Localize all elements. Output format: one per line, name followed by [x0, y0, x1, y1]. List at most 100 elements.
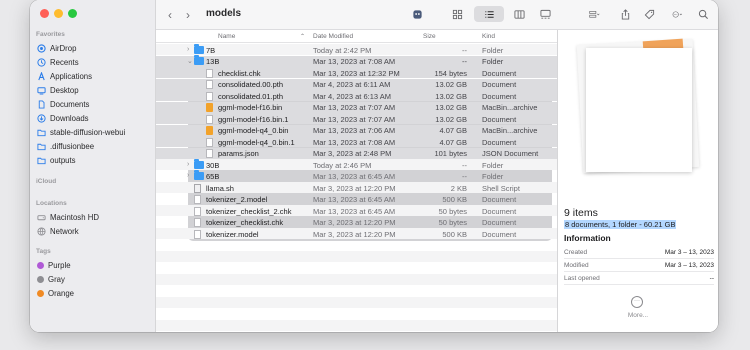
close-window-button[interactable] — [40, 9, 49, 18]
column-name-header[interactable]: Name — [218, 33, 235, 40]
sidebar-item-macintosh-hd[interactable]: Macintosh HD — [34, 211, 152, 224]
icon-view-button[interactable] — [450, 7, 464, 22]
empty-row — [156, 251, 557, 262]
table-row[interactable]: ggml-model-f16.bin.1 Mar 13, 2023 at 7:07… — [156, 113, 557, 124]
file-name: checklist.chk — [218, 68, 261, 78]
column-date-header[interactable]: Date Modified — [313, 33, 353, 40]
more-button[interactable]: More... — [620, 312, 656, 319]
sidebar-item-diffusionbee[interactable]: .diffusionbee — [34, 140, 152, 153]
file-size: 500 KB — [442, 195, 467, 204]
sidebar-item-outputs[interactable]: outputs — [34, 154, 152, 167]
column-kind-header[interactable]: Kind — [482, 33, 495, 40]
table-row[interactable]: consolidated.00.pth Mar 4, 2023 at 6:11 A… — [156, 78, 557, 90]
table-row[interactable]: ⌄ 13B Mar 13, 2023 at 7:08 AM -- Folder — [156, 55, 557, 67]
file-kind: Document — [482, 229, 517, 239]
bot-icon — [412, 10, 422, 19]
disclosure-triangle-icon[interactable]: › — [187, 161, 189, 168]
table-row[interactable]: checklist.chk Mar 13, 2023 at 12:32 PM 154… — [156, 67, 557, 78]
document-icon — [194, 195, 201, 204]
sidebar-item-label: Purple — [48, 261, 71, 270]
info-value: Mar 3 – 13, 2023 — [664, 249, 714, 256]
empty-row — [156, 309, 557, 320]
table-row[interactable]: ggml-model-q4_0.bin.1 Mar 13, 2023 at 7:0… — [156, 136, 557, 147]
minimize-window-button[interactable] — [54, 9, 63, 18]
thumbnail-front-page — [586, 48, 692, 172]
table-row[interactable]: tokenizer_checklist.chk Mar 3, 2023 at 12… — [156, 217, 557, 228]
document-icon — [206, 68, 213, 78]
sidebar-tag-orange[interactable]: Orange — [34, 287, 152, 300]
preview-title: 9 items — [564, 207, 598, 219]
sidebar-tag-gray[interactable]: Gray — [34, 273, 152, 286]
file-size: 4.07 GB — [439, 126, 467, 135]
sidebar-item-stable-diffusion-webui[interactable]: stable-diffusion-webui — [34, 126, 152, 139]
disclosure-triangle-icon[interactable]: ⌄ — [187, 57, 193, 65]
table-row[interactable]: tokenizer.model Mar 3, 2023 at 12:20 PM 50… — [156, 228, 557, 239]
search-button[interactable] — [696, 7, 710, 22]
zoom-window-button[interactable] — [68, 9, 77, 18]
sidebar-item-airdrop[interactable]: AirDrop — [34, 42, 152, 55]
file-date: Mar 13, 2023 at 6:45 AM — [313, 195, 396, 204]
more-actions-button[interactable] — [666, 7, 688, 22]
folder-icon — [37, 128, 46, 137]
table-row[interactable]: › 7B Today at 2:42 PM -- Folder — [156, 43, 557, 55]
sidebar-item-label: Downloads — [50, 114, 89, 123]
file-kind: Document — [482, 218, 517, 227]
table-row[interactable]: params.json Mar 3, 2023 at 2:48 PM 101 byt… — [156, 147, 557, 159]
document-icon — [194, 218, 201, 227]
empty-row — [156, 320, 557, 331]
sidebar-item-downloads[interactable]: Downloads — [34, 112, 152, 125]
table-row[interactable]: consolidated.01.pth Mar 4, 2023 at 6:13 A… — [156, 90, 557, 101]
table-row[interactable]: llama.sh Mar 3, 2023 at 12:20 PM 2 KB Shell… — [156, 182, 557, 193]
sidebar-tag-purple[interactable]: Purple — [34, 259, 152, 272]
back-button[interactable]: ‹ — [168, 8, 172, 22]
empty-row — [156, 240, 557, 251]
sidebar-item-label: Gray — [48, 275, 65, 284]
column-size-header[interactable]: Size — [423, 33, 436, 40]
table-row[interactable]: › 30B Today at 2:46 PM -- Folder — [156, 158, 557, 170]
sidebar-item-documents[interactable]: Documents — [34, 98, 152, 111]
sidebar-item-applications[interactable]: Applications — [34, 70, 152, 83]
document-icon — [206, 137, 213, 147]
empty-row — [156, 274, 557, 285]
file-kind: MacBin...archive — [482, 126, 538, 135]
sidebar-section-locations: Locations — [36, 200, 67, 207]
group-icon — [588, 11, 600, 18]
preview-pane: 9 items 8 documents, 1 folder - 60.21 GB… — [557, 30, 718, 332]
grid-icon — [452, 9, 462, 20]
tag-button[interactable] — [642, 7, 656, 22]
disclosure-triangle-icon[interactable]: › — [187, 172, 189, 179]
file-date: Mar 3, 2023 at 12:20 PM — [313, 229, 396, 239]
preview-subtitle: 8 documents, 1 folder - 60.21 GB — [564, 220, 677, 229]
file-kind: Folder — [482, 160, 504, 170]
share-button[interactable] — [618, 7, 632, 22]
sidebar-item-label: Network — [50, 227, 79, 236]
sidebar-item-desktop[interactable]: Desktop — [34, 84, 152, 97]
sidebar-item-recents[interactable]: Recents — [34, 56, 152, 69]
disclosure-triangle-icon[interactable]: › — [187, 46, 189, 53]
finder-window: Favorites AirDrop Recents Applications D… — [30, 0, 718, 332]
script-icon — [194, 183, 201, 193]
forward-button[interactable]: › — [186, 8, 190, 22]
table-row[interactable]: tokenizer_2.model Mar 13, 2023 at 6:45 AM… — [156, 194, 557, 205]
file-kind: Document — [482, 195, 517, 204]
column-view-button[interactable] — [512, 7, 526, 22]
group-by-button[interactable] — [584, 7, 604, 22]
table-row[interactable]: tokenizer_checklist_2.chk Mar 13, 2023 at… — [156, 205, 557, 216]
info-value: Mar 3 – 13, 2023 — [664, 262, 714, 269]
table-row[interactable]: › 65B Mar 13, 2023 at 6:45 AM -- Folder — [156, 170, 557, 182]
table-row[interactable]: ggml-model-q4_0.bin Mar 13, 2023 at 7:06 … — [156, 124, 557, 136]
file-size: 13.02 GB — [435, 91, 467, 101]
file-name: 7B — [206, 45, 216, 55]
file-date: Mar 13, 2023 at 6:45 AM — [313, 172, 396, 181]
file-date: Mar 4, 2023 at 6:13 AM — [313, 91, 391, 101]
list-view-button[interactable] — [482, 7, 496, 22]
window-title: models — [206, 8, 242, 19]
sidebar-item-network[interactable]: Network — [34, 225, 152, 238]
toolbar: ‹ › models — [156, 0, 718, 30]
gallery-view-button[interactable] — [538, 7, 552, 22]
app-status-button[interactable] — [410, 7, 424, 22]
file-date: Mar 13, 2023 at 7:07 AM — [313, 103, 396, 112]
more-icon[interactable]: ··· — [631, 296, 643, 308]
table-row[interactable]: ggml-model-f16.bin Mar 13, 2023 at 7:07 A… — [156, 101, 557, 113]
desktop-icon — [37, 86, 46, 95]
